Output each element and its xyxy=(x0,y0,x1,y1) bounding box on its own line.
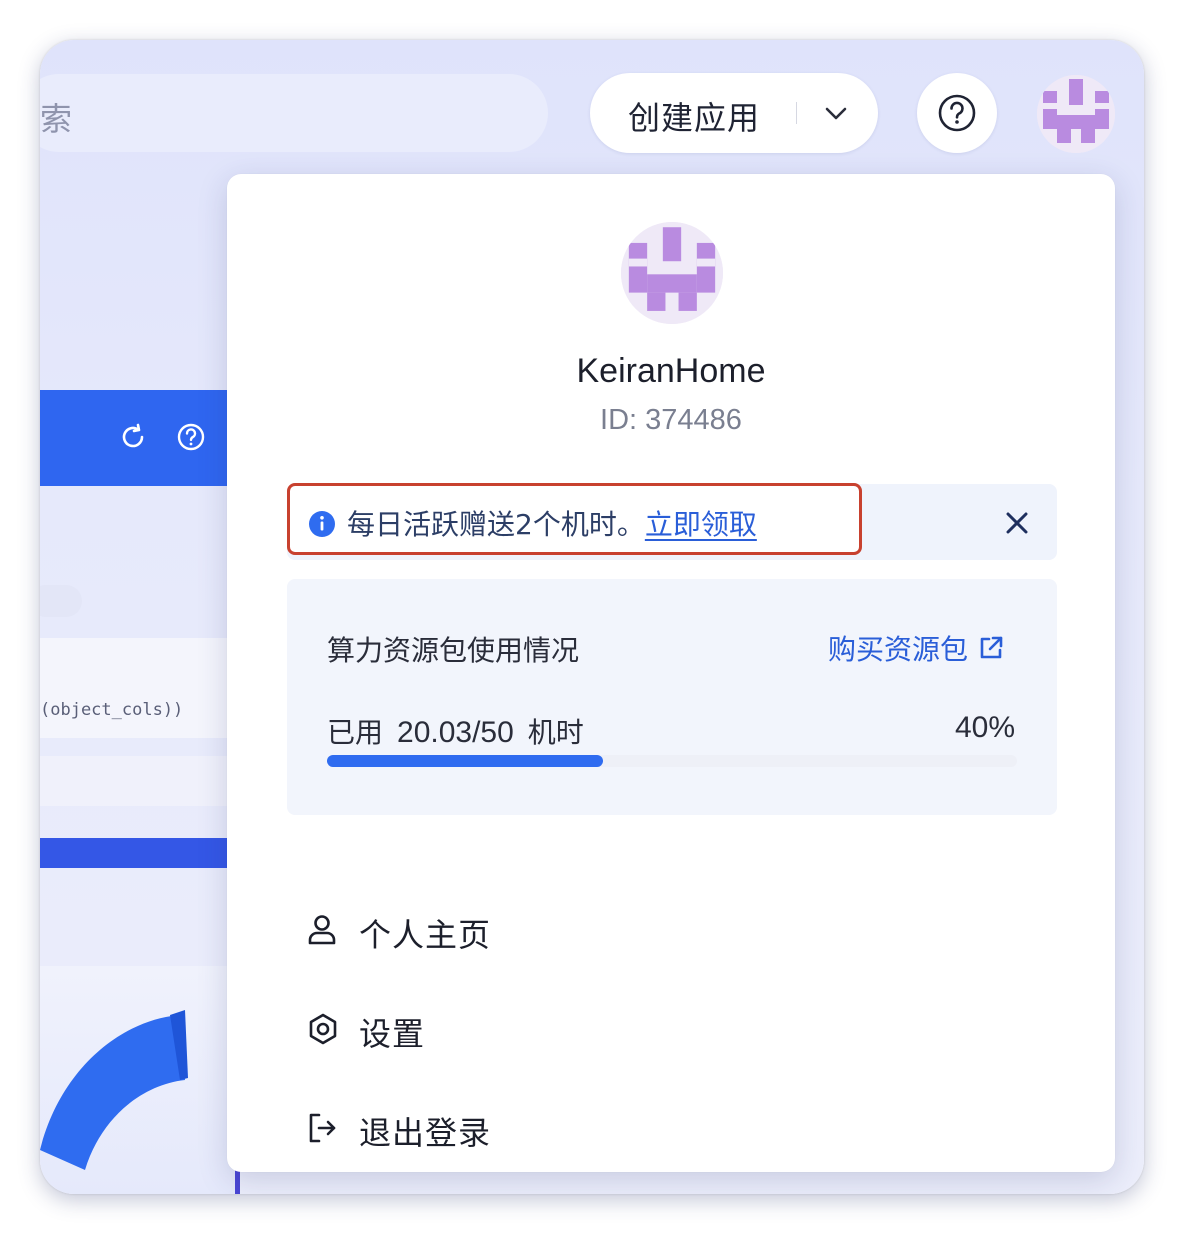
menu-label-logout: 退出登录 xyxy=(359,1114,492,1152)
question-circle-icon[interactable] xyxy=(176,422,206,452)
settings-hexagon-icon xyxy=(309,1013,337,1045)
user-icon xyxy=(308,915,336,945)
panel-divider-bar xyxy=(40,838,240,868)
pixel-avatar-icon xyxy=(1037,75,1115,153)
username: KeiranHome xyxy=(576,352,766,390)
usage-percent: 40% xyxy=(954,711,1015,744)
claim-now-link[interactable]: 立即领取 xyxy=(645,508,757,541)
tag-pill xyxy=(40,585,82,617)
logout-icon xyxy=(309,1113,336,1143)
buy-link-label: 购买资源包 xyxy=(828,633,969,666)
button-divider xyxy=(796,102,797,124)
used-value: 20.03/50 xyxy=(397,716,514,749)
question-circle-icon xyxy=(938,94,976,132)
menu-label-settings: 设置 xyxy=(359,1015,426,1053)
notice-highlight-box: 每日活跃赠送2个机时。立即领取 xyxy=(287,483,862,555)
code-snippet: (object_cols)) xyxy=(40,700,184,720)
buy-resource-pack-link[interactable]: 购买资源包 xyxy=(828,628,1004,668)
create-app-button[interactable]: 创建应用 xyxy=(590,73,878,153)
popover-avatar xyxy=(621,222,723,324)
search-bar[interactable] xyxy=(40,74,548,152)
pixel-avatar-icon xyxy=(621,222,723,324)
menu-item-logout[interactable]: 退出登录 xyxy=(307,1098,1007,1158)
code-cell: (object_cols)) xyxy=(40,638,240,738)
resource-usage-card: 算力资源包使用情况 购买资源包 已用 20.03/50 机时 40% xyxy=(287,579,1057,815)
menu-label-profile: 个人主页 xyxy=(359,916,492,954)
code-cell xyxy=(40,756,240,806)
used-prefix: 已用 xyxy=(327,716,384,749)
create-app-label: 创建应用 xyxy=(628,99,761,137)
chevron-down-icon[interactable] xyxy=(823,101,849,125)
user-id: ID: 374486 xyxy=(600,404,742,436)
panel-header-bar xyxy=(40,390,240,486)
refresh-icon[interactable] xyxy=(118,422,148,452)
search-placeholder: 索 xyxy=(40,100,73,138)
app-window: 索 创建应用 (object_cols)) KeiranHome ID: 374… xyxy=(40,40,1144,1194)
menu-item-profile[interactable]: 个人主页 xyxy=(307,900,1007,960)
close-icon[interactable] xyxy=(1005,511,1029,535)
external-link-icon xyxy=(980,636,1003,659)
notice-message: 每日活跃赠送2个机时。立即领取 xyxy=(347,503,757,543)
user-popover: KeiranHome ID: 374486 每日活跃赠送2个机时。立即领取 算力… xyxy=(227,174,1115,1172)
info-icon xyxy=(309,511,335,537)
menu-item-settings[interactable]: 设置 xyxy=(307,999,1007,1059)
decorative-arc-graphic xyxy=(40,1010,240,1194)
help-button[interactable] xyxy=(917,73,997,153)
used-unit: 机时 xyxy=(527,716,584,749)
notice-text: 每日活跃赠送2个机时。 xyxy=(347,508,645,541)
usage-title: 算力资源包使用情况 xyxy=(327,634,580,667)
user-avatar-button[interactable] xyxy=(1037,75,1115,153)
usage-progress-fill xyxy=(327,755,603,767)
daily-bonus-notice: 每日活跃赠送2个机时。立即领取 xyxy=(287,483,1057,560)
usage-progress-bar xyxy=(327,755,1017,767)
usage-summary: 已用 20.03/50 机时 xyxy=(327,711,584,751)
